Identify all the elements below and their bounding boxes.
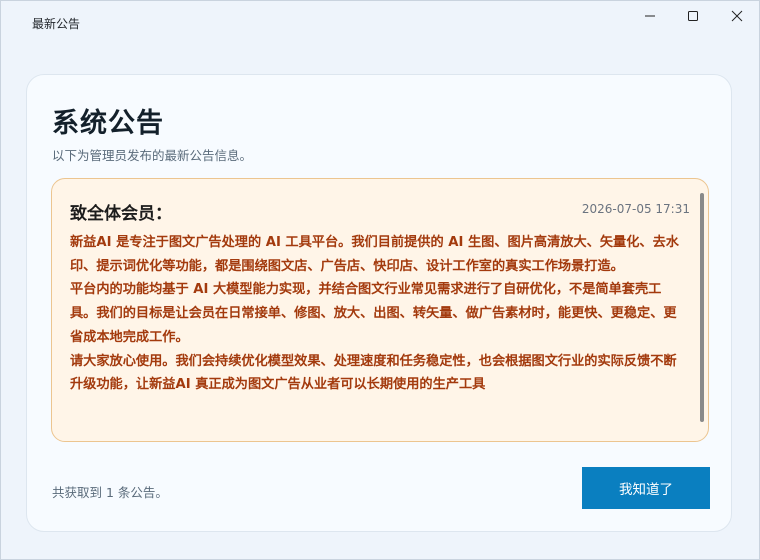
page-subtitle: 以下为管理员发布的最新公告信息。 bbox=[52, 148, 253, 163]
maximize-icon bbox=[688, 11, 698, 21]
minimize-icon bbox=[645, 15, 655, 17]
notice-panel[interactable]: 致全体会员： 2026-07-05 17:31 新益AI 是专注于图文广告处理的… bbox=[51, 178, 709, 442]
acknowledge-button[interactable]: 我知道了 bbox=[582, 467, 710, 509]
notice-paragraph: 请大家放心使用。我们会持续优化模型效果、处理速度和任务稳定性，也会根据图文行业的… bbox=[70, 353, 677, 393]
title-bar[interactable]: 最新公告 bbox=[0, 0, 760, 46]
notice-paragraph: 平台内的功能均基于 AI 大模型能力实现，并结合图文行业常见需求进行了自研优化，… bbox=[70, 282, 677, 345]
notice-paragraph: 新益AI 是专注于图文广告处理的 AI 工具平台。我们目前提供的 AI 生图、图… bbox=[70, 235, 679, 274]
maximize-button[interactable] bbox=[670, 0, 716, 32]
window-title: 最新公告 bbox=[32, 17, 81, 31]
page-title: 系统公告 bbox=[52, 108, 164, 139]
notice-heading: 致全体会员： bbox=[70, 204, 172, 224]
notice-timestamp: 2026-07-05 17:31 bbox=[581, 202, 690, 216]
notice-body: 新益AI 是专注于图文广告处理的 AI 工具平台。我们目前提供的 AI 生图、图… bbox=[70, 231, 684, 397]
close-button[interactable] bbox=[714, 0, 760, 32]
notice-scrollbar[interactable] bbox=[700, 193, 704, 422]
announcement-count: 共获取到 1 条公告。 bbox=[52, 485, 168, 500]
announcement-card: 系统公告 以下为管理员发布的最新公告信息。 致全体会员： 2026-07-05 … bbox=[26, 74, 732, 532]
minimize-button[interactable] bbox=[627, 0, 673, 32]
close-icon bbox=[731, 10, 743, 22]
